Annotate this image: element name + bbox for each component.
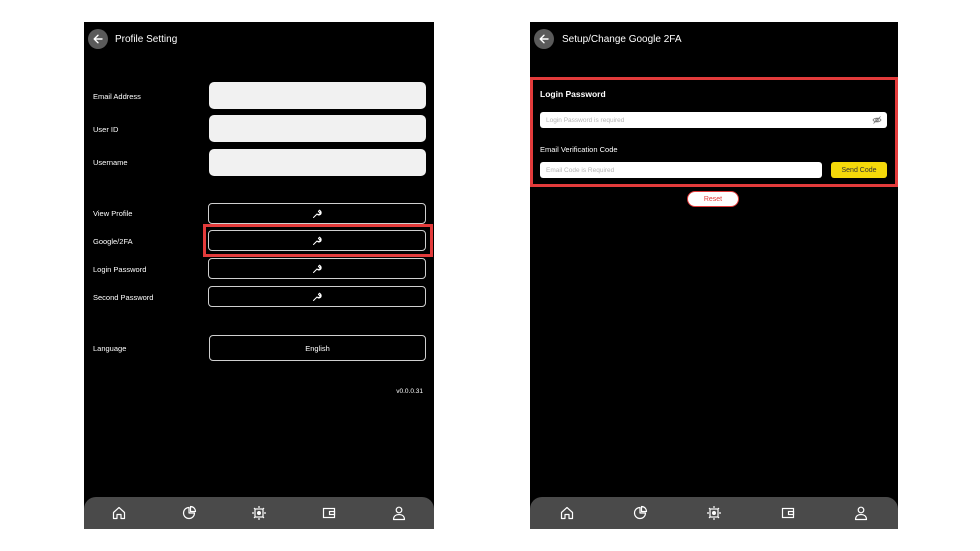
user-icon [855, 506, 868, 521]
eye-off-icon[interactable] [872, 115, 882, 125]
app-version: v0.0.0.31 [396, 388, 423, 395]
username-label: Username [93, 158, 128, 167]
login-password-input[interactable]: Login Password is required [540, 112, 887, 128]
google-2fa-screen: Setup/Change Google 2FA Login Password L… [530, 22, 898, 529]
nav-wallet[interactable] [317, 501, 341, 525]
page-title: Setup/Change Google 2FA [562, 34, 682, 45]
login-password-placeholder: Login Password is required [546, 116, 625, 124]
nav-profile[interactable] [849, 501, 873, 525]
gear-icon [706, 506, 721, 520]
pie-chart-icon [634, 505, 648, 520]
wrench-icon [313, 292, 322, 301]
bottom-nav [84, 497, 434, 529]
wrench-icon [313, 236, 322, 245]
nav-analytics[interactable] [628, 501, 652, 525]
second-password-button[interactable] [208, 286, 426, 307]
wallet-icon [322, 507, 336, 519]
nav-wallet[interactable] [776, 501, 800, 525]
arrow-left-icon [93, 34, 103, 44]
user-icon [392, 506, 406, 521]
page-title: Profile Setting [115, 34, 178, 45]
nav-analytics[interactable] [177, 501, 201, 525]
language-value: English [305, 343, 330, 353]
google-2fa-label: Google/2FA [93, 237, 133, 246]
wrench-icon [313, 209, 322, 218]
reset-button[interactable]: Reset [687, 191, 739, 207]
email-code-input[interactable]: Email Code is Required [540, 162, 822, 178]
pie-chart-icon [182, 505, 197, 520]
profile-setting-screen: Profile Setting Email Address User ID Us… [84, 22, 434, 529]
bottom-nav [530, 497, 898, 529]
view-profile-label: View Profile [93, 209, 133, 218]
language-label: Language [93, 344, 127, 353]
view-profile-button[interactable] [208, 203, 426, 224]
nav-settings[interactable] [702, 501, 726, 525]
login-password-button[interactable] [208, 258, 426, 279]
nav-home[interactable] [555, 501, 579, 525]
nav-settings[interactable] [247, 501, 271, 525]
back-button[interactable] [534, 29, 554, 49]
nav-home[interactable] [107, 501, 131, 525]
wrench-icon [313, 264, 322, 273]
home-icon [560, 506, 573, 520]
second-password-label: Second Password [93, 293, 154, 302]
email-address-label: Email Address [93, 92, 141, 101]
nav-profile[interactable] [387, 501, 411, 525]
google-2fa-button[interactable] [208, 230, 426, 251]
email-code-placeholder: Email Code is Required [546, 166, 615, 174]
send-code-button[interactable]: Send Code [831, 162, 887, 178]
user-id-field[interactable] [209, 115, 426, 142]
email-address-field[interactable] [209, 82, 426, 109]
email-code-heading: Email Verification Code [540, 145, 618, 154]
username-field[interactable] [209, 149, 426, 176]
home-icon [112, 506, 126, 520]
login-password-heading: Login Password [540, 89, 606, 99]
wallet-icon [781, 507, 794, 519]
login-password-label: Login Password [93, 265, 147, 274]
language-select[interactable]: English [209, 335, 426, 361]
gear-icon [252, 506, 266, 520]
arrow-left-icon [539, 34, 549, 44]
user-id-label: User ID [93, 125, 119, 134]
back-button[interactable] [88, 29, 108, 49]
